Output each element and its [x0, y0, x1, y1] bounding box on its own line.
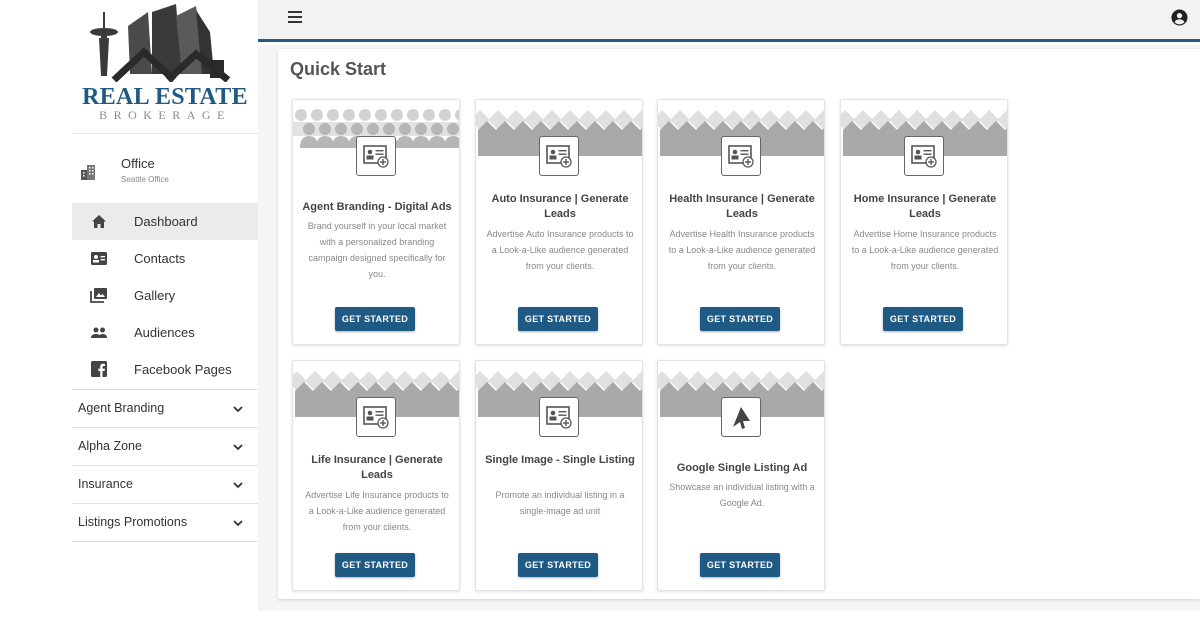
top-app-bar [258, 0, 1200, 42]
contact-card-add-icon [546, 145, 572, 168]
facebook-icon [91, 361, 107, 377]
sidebar-item-label: Contacts [134, 251, 186, 266]
accordion-listings-promotions[interactable]: Listings Promotions [72, 503, 258, 541]
cursor-arrow-icon [733, 407, 750, 429]
chevron-down-icon [233, 482, 243, 489]
card-title: Home Insurance | Generate Leads [853, 193, 997, 220]
card-title: Health Insurance | Generate Leads [669, 193, 815, 220]
chevron-down-icon [233, 444, 243, 451]
sidebar-item-dashboard[interactable]: Dashboard [72, 203, 258, 240]
accordion-insurance[interactable]: Insurance [72, 465, 258, 503]
chevron-down-icon [233, 520, 243, 527]
people-icon [91, 327, 107, 338]
hamburger-menu-icon[interactable] [288, 11, 304, 25]
contact-card-add-icon [363, 145, 389, 168]
skyline-logo-icon [90, 4, 231, 82]
card-icon-frame [539, 397, 579, 437]
contact-card-add-icon [911, 145, 937, 168]
card-title: Life Insurance | Generate Leads [311, 454, 443, 481]
contact-card-add-icon [546, 406, 572, 429]
card-icon-frame [356, 136, 396, 176]
chevron-down-icon [233, 406, 243, 413]
office-selector[interactable]: Office Seattle Office [72, 144, 258, 200]
quick-start-card: Home Insurance | Generate Leads Advertise… [840, 99, 1008, 345]
get-started-button[interactable]: GET STARTED [883, 307, 963, 331]
contact-card-icon [91, 252, 107, 265]
card-icon-frame [539, 136, 579, 176]
office-subtitle: Seattle Office [121, 175, 169, 184]
main-content: Quick Start Agent Branding - Digital Ads… [258, 45, 1200, 611]
get-started-button[interactable]: GET STARTED [700, 553, 780, 577]
sidebar-item-label: Gallery [134, 288, 176, 303]
photo-library-icon [90, 288, 107, 303]
sidebar-item-label: Facebook Pages [134, 362, 232, 377]
card-description: Brand yourself in your local market with… [307, 221, 447, 279]
accordion-label: Agent Branding [78, 401, 165, 415]
sidebar-item-facebook-pages[interactable]: Facebook Pages [72, 351, 258, 388]
get-started-button[interactable]: GET STARTED [335, 307, 415, 331]
accordion-agent-branding[interactable]: Agent Branding [72, 389, 258, 427]
contact-card-add-icon [363, 406, 389, 429]
card-icon-frame [721, 397, 761, 437]
accordion-divider [72, 541, 258, 542]
card-icon-frame [904, 136, 944, 176]
app-root: REAL ESTATE BROKERAGE Office Seattle Off… [0, 0, 1200, 632]
quick-start-card: Life Insurance | Generate Leads Advertise… [292, 360, 460, 591]
section-title: Quick Start [290, 59, 387, 79]
get-started-button[interactable]: GET STARTED [700, 307, 780, 331]
card-title: Agent Branding - Digital Ads [302, 201, 452, 213]
contact-card-add-icon [728, 145, 754, 168]
sidebar-item-label: Audiences [134, 325, 195, 340]
card-description: Advertise Life Insurance products to a L… [305, 490, 449, 532]
card-description: Advertise Auto Insurance products to a L… [486, 229, 634, 271]
quick-start-card: Agent Branding - Digital Ads Brand yourse… [292, 99, 460, 345]
sidebar-item-contacts[interactable]: Contacts [72, 240, 258, 277]
card-title: Auto Insurance | Generate Leads [491, 193, 629, 220]
accordion-label: Insurance [78, 477, 133, 491]
quick-start-card: Health Insurance | Generate Leads Adverti… [657, 99, 825, 345]
sidebar-item-label: Dashboard [134, 214, 198, 229]
get-started-button[interactable]: GET STARTED [518, 307, 598, 331]
sidebar-nav: Dashboard Contacts Gallery Audiences Fac… [72, 203, 258, 388]
sidebar-item-gallery[interactable]: Gallery [72, 277, 258, 314]
brand-title: REAL ESTATE [82, 84, 248, 110]
card-title: Single Image - Single Listing [485, 454, 635, 466]
accordion-alpha-zone[interactable]: Alpha Zone [72, 427, 258, 465]
office-name: Office [121, 156, 155, 171]
quick-start-panel: Quick Start Agent Branding - Digital Ads… [278, 49, 1200, 599]
card-icon-frame [721, 136, 761, 176]
building-icon [81, 165, 95, 180]
get-started-button[interactable]: GET STARTED [518, 553, 598, 577]
sidebar-item-audiences[interactable]: Audiences [72, 314, 258, 351]
accordion-label: Listings Promotions [78, 515, 188, 529]
get-started-button[interactable]: GET STARTED [335, 553, 415, 577]
account-circle-icon[interactable] [1171, 9, 1188, 26]
card-title: Google Single Listing Ad [676, 462, 808, 474]
brand-subtitle: BROKERAGE [99, 108, 231, 122]
accordion-label: Alpha Zone [78, 439, 142, 453]
card-description: Promote an individual listing in a singl… [495, 490, 625, 516]
card-description: Advertise Home Insurance products to a L… [851, 229, 999, 271]
card-description: Advertise Health Insurance products to a… [668, 229, 816, 271]
card-icon-frame [356, 397, 396, 437]
quick-start-card: Google Single Listing Ad Showcase an indi… [657, 360, 825, 591]
sidebar: REAL ESTATE BROKERAGE Office Seattle Off… [0, 0, 258, 632]
card-description: Showcase an individual listing with a Go… [669, 482, 815, 508]
home-icon [92, 215, 106, 228]
quick-start-card: Auto Insurance | Generate Leads Advertise… [475, 99, 643, 345]
quick-start-card: Single Image - Single Listing Promote an … [475, 360, 643, 591]
brand-logo[interactable]: REAL ESTATE BROKERAGE [72, 4, 258, 134]
